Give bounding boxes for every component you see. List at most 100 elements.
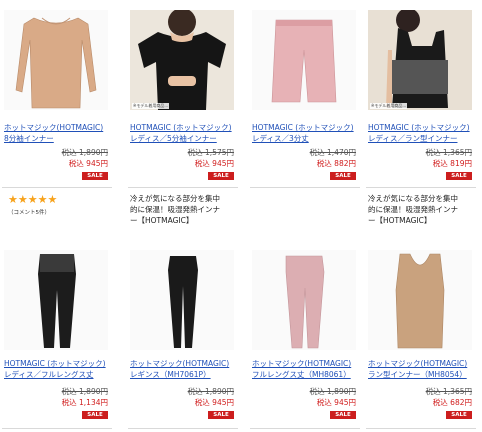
product-image[interactable] — [4, 250, 108, 350]
black-leggings-icon — [168, 256, 198, 348]
product-name-line[interactable]: レディス／5分袖インナー — [130, 133, 238, 144]
sale-price: 税込 882円 — [316, 159, 356, 168]
price-block: 税込 1,365円 税込 819円 SALE — [372, 147, 472, 180]
product-image[interactable]: ※モデル着用商品… — [130, 10, 234, 110]
price-block: 税込 1,890円 税込 945円 SALE — [256, 386, 356, 419]
sale-badge: SALE — [330, 411, 356, 419]
product-image[interactable] — [130, 250, 234, 350]
image-caption: ※モデル着用商品… — [132, 103, 170, 109]
product-name-line[interactable]: レディス／フルレングス丈 — [4, 369, 112, 380]
product-name-line[interactable]: ホットマジック(HOTMAGIC) — [368, 358, 476, 369]
product-grid: ホットマジック(HOTMAGIC) 8分袖インナー 税込 1,890円 税込 9… — [0, 0, 482, 432]
image-caption: ※モデル着用商品… — [370, 103, 408, 109]
product-name-link[interactable]: ホットマジック(HOTMAGIC) 8分袖インナー — [4, 122, 112, 144]
product-image[interactable] — [252, 10, 356, 110]
product-name-line[interactable]: ホットマジック(HOTMAGIC) — [4, 122, 112, 133]
description-line: ー【HOTMAGIC】 — [130, 216, 194, 225]
row-divider — [128, 428, 238, 429]
sale-badge: SALE — [208, 411, 234, 419]
description-line: 的に保温！吸湿発熱インナ — [368, 205, 458, 214]
sale-price: 税込 945円 — [316, 398, 356, 407]
list-price: 税込 1,470円 — [309, 148, 356, 157]
product-name-link[interactable]: HOTMAGIC (ホットマジック) レディス／3分丈 — [252, 122, 360, 144]
product-card: ※モデル着用商品… HOTMAGIC (ホットマジック) レディス／5分袖インナ… — [126, 0, 238, 190]
description-line: ー【HOTMAGIC】 — [368, 216, 432, 225]
product-name-link[interactable]: ホットマジック(HOTMAGIC) フルレングス丈（MH8061） — [252, 358, 360, 380]
sale-badge: SALE — [82, 411, 108, 419]
description-line: 冷えが気になる部分を集中 — [368, 194, 458, 203]
sale-badge: SALE — [446, 411, 472, 419]
pink-full-leggings-icon — [285, 255, 325, 349]
description-line: 的に保温！吸湿発熱インナ — [130, 205, 220, 214]
product-name-line[interactable]: フルレングス丈（MH8061） — [252, 369, 360, 380]
product-name-link[interactable]: HOTMAGIC (ホットマジック) レディス／フルレングス丈 — [4, 358, 112, 380]
product-card: ホットマジック(HOTMAGIC) フルレングス丈（MH8061） 税込 1,8… — [248, 242, 360, 432]
row-divider — [250, 187, 360, 188]
product-name-line[interactable]: レディス／ラン型インナー — [368, 133, 476, 144]
product-name-line[interactable]: HOTMAGIC (ホットマジック) — [368, 122, 476, 133]
product-image[interactable] — [368, 250, 472, 350]
product-name-link[interactable]: ホットマジック(HOTMAGIC) レギンス（MH7061P） — [130, 358, 238, 380]
row-divider — [366, 187, 476, 188]
price-block: 税込 1,575円 税込 945円 SALE — [134, 147, 234, 180]
sale-price: 税込 945円 — [68, 159, 108, 168]
black-half-sleeve-top-icon — [130, 10, 234, 110]
product-name-line[interactable]: レギンス（MH7061P） — [130, 369, 238, 380]
sale-price: 税込 819円 — [432, 159, 472, 168]
black-tank-top-icon — [368, 10, 472, 110]
sale-badge: SALE — [330, 172, 356, 180]
product-image[interactable] — [4, 10, 108, 110]
price-block: 税込 1,890円 税込 945円 SALE — [134, 386, 234, 419]
sale-price: 税込 682円 — [432, 398, 472, 407]
sale-price: 税込 945円 — [194, 398, 234, 407]
pink-shorts-icon — [271, 19, 337, 103]
price-block: 税込 1,890円 税込 1,134円 SALE — [8, 386, 108, 419]
list-price: 税込 1,890円 — [61, 387, 108, 396]
product-name-link[interactable]: HOTMAGIC (ホットマジック) レディス／ラン型インナー — [368, 122, 476, 144]
sale-price: 税込 945円 — [194, 159, 234, 168]
row-divider — [2, 187, 112, 188]
list-price: 税込 1,365円 — [425, 148, 472, 157]
row-divider — [128, 187, 238, 188]
review-count[interactable]: （コメント5件） — [8, 208, 50, 216]
price-block: 税込 1,365円 税込 682円 SALE — [372, 386, 472, 419]
product-card: HOTMAGIC (ホットマジック) レディス／フルレングス丈 税込 1,890… — [0, 242, 112, 432]
row-divider — [2, 428, 112, 429]
product-card: HOTMAGIC (ホットマジック) レディス／3分丈 税込 1,470円 税込… — [248, 0, 360, 190]
list-price: 税込 1,365円 — [425, 387, 472, 396]
beige-tank-top-icon — [395, 253, 445, 349]
sale-price: 税込 1,134円 — [61, 398, 108, 407]
list-price: 税込 1,575円 — [187, 148, 234, 157]
product-description: 冷えが気になる部分を集中 的に保温！吸湿発熱インナ ー【HOTMAGIC】 — [368, 193, 478, 226]
product-name-line[interactable]: HOTMAGIC (ホットマジック) — [130, 122, 238, 133]
product-name-line[interactable]: HOTMAGIC (ホットマジック) — [252, 122, 360, 133]
price-block: 税込 1,890円 税込 945円 SALE — [8, 147, 108, 180]
row-divider — [366, 428, 476, 429]
product-description: 冷えが気になる部分を集中 的に保温！吸湿発熱インナ ー【HOTMAGIC】 — [130, 193, 240, 226]
product-name-line[interactable]: レディス／3分丈 — [252, 133, 360, 144]
product-image[interactable] — [252, 250, 356, 350]
sale-badge: SALE — [446, 172, 472, 180]
description-line: 冷えが気になる部分を集中 — [130, 194, 220, 203]
black-full-leggings-icon — [38, 254, 76, 348]
product-image[interactable]: ※モデル着用商品… — [368, 10, 472, 110]
list-price: 税込 1,890円 — [61, 148, 108, 157]
price-block: 税込 1,470円 税込 882円 SALE — [256, 147, 356, 180]
row-divider — [250, 428, 360, 429]
product-name-link[interactable]: ホットマジック(HOTMAGIC) ラン型インナー（MH8054） — [368, 358, 476, 380]
sale-badge: SALE — [82, 172, 108, 180]
product-name-line[interactable]: 8分袖インナー — [4, 133, 112, 144]
list-price: 税込 1,890円 — [309, 387, 356, 396]
product-card: ホットマジック(HOTMAGIC) レギンス（MH7061P） 税込 1,890… — [126, 242, 238, 432]
list-price: 税込 1,890円 — [187, 387, 234, 396]
product-name-line[interactable]: ラン型インナー（MH8054） — [368, 369, 476, 380]
product-name-link[interactable]: HOTMAGIC (ホットマジック) レディス／5分袖インナー — [130, 122, 238, 144]
rating-stars: ★★★★★ — [8, 193, 58, 206]
sale-badge: SALE — [208, 172, 234, 180]
product-card: ホットマジック(HOTMAGIC) 8分袖インナー 税込 1,890円 税込 9… — [0, 0, 112, 190]
product-name-line[interactable]: ホットマジック(HOTMAGIC) — [130, 358, 238, 369]
product-name-line[interactable]: ホットマジック(HOTMAGIC) — [252, 358, 360, 369]
product-name-line[interactable]: HOTMAGIC (ホットマジック) — [4, 358, 112, 369]
product-card: ホットマジック(HOTMAGIC) ラン型インナー（MH8054） 税込 1,3… — [364, 242, 476, 432]
beige-long-sleeve-top-icon — [15, 17, 97, 109]
